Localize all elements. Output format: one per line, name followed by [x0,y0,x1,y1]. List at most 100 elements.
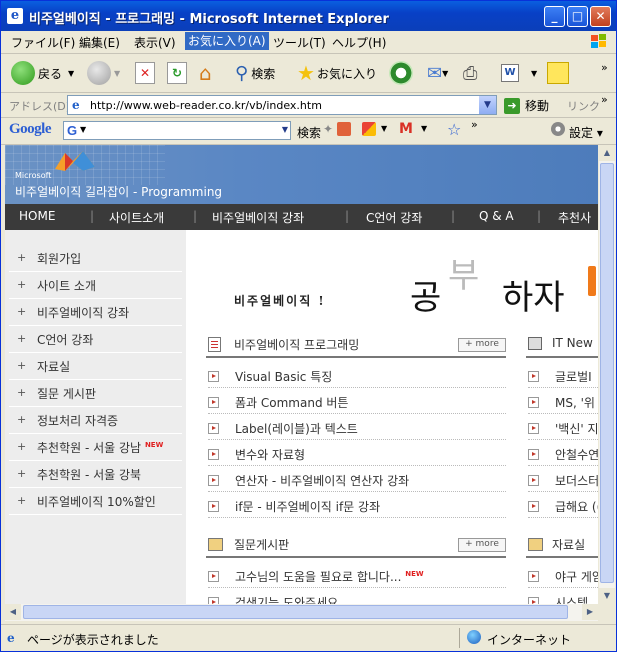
stop-button[interactable]: ✕ [135,60,155,86]
it-news-post[interactable]: 글로벌I [528,362,598,388]
site-sidebar: + 회원가입 + 사이트 소개 + 비주얼베이직 강좌 + C언어 강좌 + 자료실 + 질… [5,230,186,604]
it-news-post[interactable]: 급해요 (( [528,492,598,518]
home-button[interactable]: ⌂ [199,60,221,86]
sidebar-item-archive[interactable]: + 자료실 [9,353,182,380]
menu-tools[interactable]: ツール(T) [273,34,326,51]
archive-icon [528,538,543,551]
google-dropdown-icon[interactable]: ▼ [282,125,288,134]
popup-blocker-icon[interactable] [337,122,351,136]
it-news-post[interactable]: 보더스터 [528,466,598,492]
archive-post[interactable]: 시스템 [528,588,598,604]
sidebar-item-qna-board[interactable]: + 질문 게시판 [9,380,182,407]
archive-post[interactable]: 야구 게임 [528,562,598,588]
print-button[interactable]: ⎙ [463,60,477,86]
menu-help[interactable]: ヘルプ(H) [332,34,386,51]
sidebar-item-signup[interactable]: + 회원가입 [9,245,182,272]
scroll-left-icon[interactable]: ◀ [5,604,21,620]
google-logo[interactable]: Google [9,121,52,138]
qna-post[interactable]: 고수님의 도움을 필요로 합니다... NEW [208,562,506,588]
vb-post[interactable]: Visual Basic 특징 [208,362,506,388]
sidebar-item-c-lecture[interactable]: + C언어 강좌 [9,326,182,353]
vertical-scrollbar[interactable]: ▲ ▼ [598,145,615,604]
it-news-post[interactable]: MS, '위 [528,388,598,414]
mail-icon: ✉ [427,62,443,84]
qna-more-button[interactable]: + more [458,538,506,552]
mail-button[interactable]: ✉ ▼ [427,60,448,86]
arrow-bullet-icon [208,597,219,604]
highlight-icon[interactable]: ✦ [323,122,333,136]
arrow-bullet-icon [208,371,219,382]
maximize-button[interactable]: □ [567,6,588,27]
menu-edit[interactable]: 編集(E) [79,34,120,51]
vb-post[interactable]: 연산자 - 비주얼베이직 연산자 강좌 [208,466,506,492]
google-g-icon: G [67,123,78,138]
it-news-post[interactable]: 안철수연 [528,440,598,466]
nav-home[interactable]: HOME [19,209,55,223]
scroll-up-icon[interactable]: ▲ [599,145,615,161]
sidebar-item-vb-discount[interactable]: + 비주얼베이직 10%할인 [9,488,182,515]
sidebar-item-academy-gangbuk[interactable]: + 추천학원 - 서울 강북 [9,461,182,488]
archive-section-title[interactable]: 자료실 [552,536,585,553]
horizontal-scrollbar[interactable]: ◀ ▶ [5,604,598,621]
back-button[interactable]: 戻る ▼ [11,60,74,86]
arrow-bullet-icon [528,475,539,486]
vb-more-button[interactable]: + more [458,338,506,352]
scroll-right-icon[interactable]: ▶ [582,604,598,620]
nav-about[interactable]: 사이트소개 [109,209,164,226]
vertical-scroll-thumb[interactable] [600,163,614,583]
search-button[interactable]: ⚲ 検索 [235,60,275,86]
arrow-bullet-icon [528,449,539,460]
links-label[interactable]: リンク [567,98,600,114]
qna-section-title[interactable]: 질문게시판 [234,536,289,553]
refresh-button[interactable]: ↻ [167,60,187,86]
scroll-down-icon[interactable]: ▼ [599,588,615,604]
close-button[interactable]: ✕ [590,6,611,27]
vb-post[interactable]: Label(레이블)과 텍스트 [208,414,506,440]
go-button[interactable]: ➜ 移動 [504,97,549,114]
menu-view[interactable]: 表示(V) [134,34,176,51]
arrow-bullet-icon [528,397,539,408]
sidebar-item-certification[interactable]: + 정보처리 자격증 [9,407,182,434]
nav-vb-lecture[interactable]: 비주얼베이직 강좌 [212,209,304,226]
title-bar[interactable]: e 비주얼베이직 - 프로그래밍 - Microsoft Internet Ex… [1,1,616,31]
address-overflow-chevron[interactable]: » [601,93,608,106]
vb-post[interactable]: 변수와 자료형 [208,440,506,466]
menu-file[interactable]: ファイル(F) [11,34,75,51]
bookmark-star-icon[interactable]: ☆ [447,120,461,139]
note-button[interactable] [547,60,569,86]
site-nav: HOME | 사이트소개 | 비주얼베이직 강좌 | C언어 강좌 | Q & … [5,204,598,230]
sidebar-item-academy-gangnam[interactable]: + 추천학원 - 서울 강남 NEW [9,434,182,461]
favorites-button[interactable]: ★ お気に入り [297,60,377,86]
qna-post[interactable]: 검색기능 도와주세요 [208,588,506,604]
new-badge: NEW [144,441,164,449]
nav-qna[interactable]: Q & A [479,209,514,223]
forward-button[interactable]: ▼ [87,60,120,86]
news-icon[interactable] [362,122,376,136]
menu-favorites[interactable]: お気に入り(A) [185,32,269,50]
vb-post[interactable]: if문 - 비주얼베이직 if문 강좌 [208,492,506,518]
sidebar-item-site-intro[interactable]: + 사이트 소개 [9,272,182,299]
google-search-input[interactable]: G ▼ ▼ [63,121,291,140]
star-icon: ★ [297,61,315,85]
it-news-title[interactable]: IT New [552,336,593,350]
gmail-icon[interactable]: M [399,121,413,137]
toolbar-overflow-chevron[interactable]: » [601,54,608,80]
board-icon [208,538,223,551]
minimize-button[interactable]: _ [544,6,565,27]
status-bar: e ページが表示されました インターネット [1,624,616,651]
security-zone: インターネット [487,633,572,647]
it-news-post[interactable]: '백신' 지 [528,414,598,440]
address-input[interactable]: e http://www.web-reader.co.kr/vb/index.h… [67,95,497,115]
nav-c-lecture[interactable]: C언어 강좌 [366,209,422,226]
nav-recommend[interactable]: 추천사 [558,209,591,226]
google-overflow-chevron[interactable]: » [471,118,478,131]
settings-button[interactable]: 設定 ▾ [569,124,603,141]
vb-post[interactable]: 폼과 Command 버튼 [208,388,506,414]
google-search-button[interactable]: 検索 [297,124,321,141]
vb-section-title[interactable]: 비주얼베이직 프로그래밍 [234,336,359,353]
horizontal-scroll-thumb[interactable] [23,605,568,619]
sidebar-item-vb-lecture[interactable]: + 비주얼베이직 강좌 [9,299,182,326]
address-dropdown-icon[interactable]: ▼ [479,96,496,114]
edit-button[interactable]: W ▼ [501,60,537,86]
history-button[interactable] [389,60,416,86]
